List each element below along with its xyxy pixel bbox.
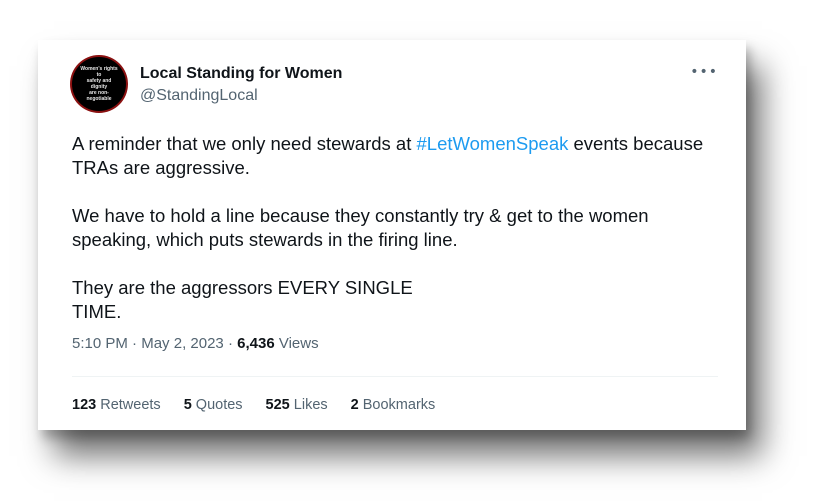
screenshot-stage: Women's rights to safety and dignity are… [0, 0, 814, 502]
retweets-count: 123 [72, 397, 97, 413]
tweet-time[interactable]: 5:10 PM [72, 335, 128, 352]
quotes-label: Quotes [195, 397, 243, 413]
more-horizontal-icon: ••• [690, 64, 718, 80]
tweet-text: A reminder that we only need stewards at… [72, 132, 712, 324]
meta-separator: · [227, 335, 233, 352]
more-options-button[interactable]: ••• [690, 64, 718, 80]
user-handle[interactable]: @StandingLocal [140, 86, 342, 106]
tweet-card: Women's rights to safety and dignity are… [38, 40, 746, 430]
tweet-text-segment: A reminder that we only need stewards at [72, 133, 417, 154]
engagement-stats: 123 Retweets 5 Quotes 525 Likes 2 Bookma… [72, 395, 458, 415]
bookmarks-count: 2 [350, 397, 359, 413]
retweets-stat[interactable]: 123 Retweets [72, 395, 161, 415]
avatar-text: Women's rights to safety and dignity are… [80, 66, 118, 102]
quotes-stat[interactable]: 5 Quotes [184, 395, 243, 415]
tweet-meta: 5:10 PM · May 2, 2023 · 6,436 Views [72, 334, 319, 354]
bookmarks-label: Bookmarks [362, 397, 436, 413]
bookmarks-stat[interactable]: 2 Bookmarks [351, 395, 436, 415]
likes-count: 525 [265, 397, 290, 413]
tweet-paragraph-1: A reminder that we only need stewards at… [72, 132, 712, 180]
retweets-label: Retweets [100, 397, 161, 413]
divider [72, 376, 718, 377]
tweet-paragraph-3: They are the aggressors EVERY SINGLE TIM… [72, 276, 712, 324]
tweet-text-segment: They are the aggressors EVERY SINGLE [72, 277, 413, 298]
tweet-paragraph-2: We have to hold a line because they cons… [72, 204, 712, 252]
likes-label: Likes [293, 397, 328, 413]
meta-separator: · [132, 335, 138, 352]
likes-stat[interactable]: 525 Likes [266, 395, 328, 415]
quotes-count: 5 [183, 397, 192, 413]
author-block: Local Standing for Women @StandingLocal [140, 64, 342, 106]
tweet-text-segment: We have to hold a line because they cons… [72, 205, 649, 250]
tweet-text-segment: TIME. [72, 301, 122, 322]
tweet-date[interactable]: May 2, 2023 [141, 335, 224, 352]
hashtag-link[interactable]: #LetWomenSpeak [417, 133, 569, 154]
display-name[interactable]: Local Standing for Women [140, 64, 342, 84]
views-label: Views [278, 335, 319, 352]
views-count: 6,436 [237, 335, 275, 352]
avatar[interactable]: Women's rights to safety and dignity are… [72, 57, 126, 111]
